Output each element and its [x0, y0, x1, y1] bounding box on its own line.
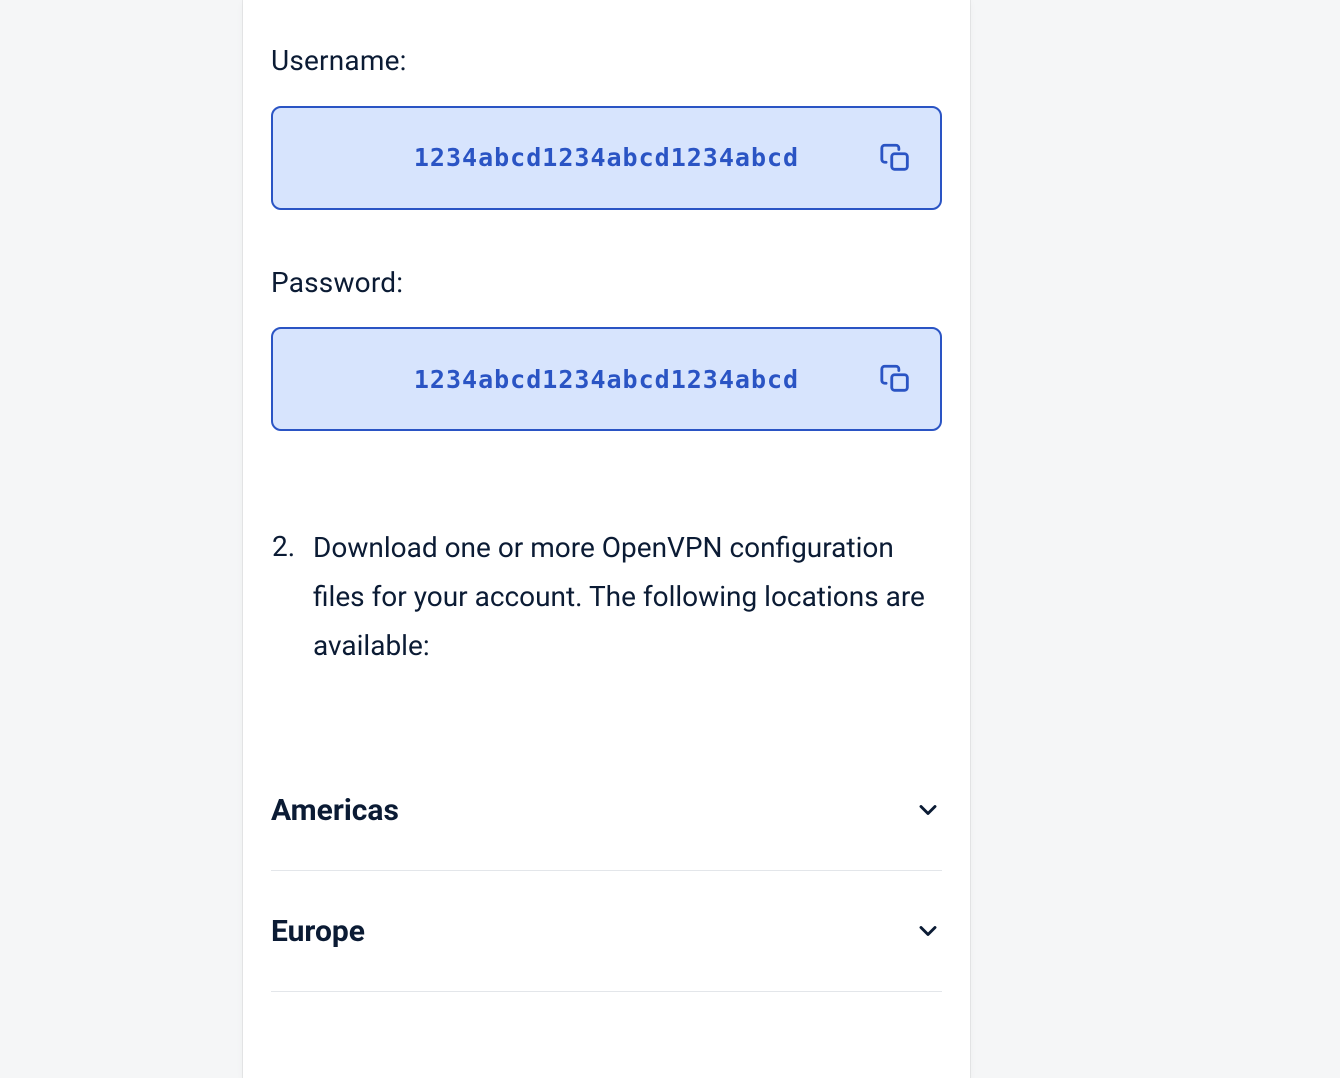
username-label: Username:: [271, 44, 942, 78]
chevron-down-icon: [914, 796, 942, 824]
copy-username-button[interactable]: [876, 138, 916, 178]
accordion-item-europe: Europe: [271, 871, 942, 992]
password-field: Password: 1234abcd1234abcd1234abcd: [271, 210, 942, 432]
accordion-header-americas[interactable]: Americas: [271, 750, 942, 870]
step-index: 2.: [271, 523, 295, 670]
accordion-item-americas: Americas: [271, 750, 942, 871]
accordion-header-europe[interactable]: Europe: [271, 871, 942, 991]
accordion-title: Americas: [271, 793, 399, 828]
copy-password-button[interactable]: [876, 359, 916, 399]
username-value: 1234abcd1234abcd1234abcd: [414, 143, 799, 172]
regions-accordion: Americas Europe: [271, 750, 942, 992]
password-credential-box: 1234abcd1234abcd1234abcd: [271, 327, 942, 431]
step-2: 2. Download one or more OpenVPN configur…: [271, 431, 942, 670]
username-field: Username: 1234abcd1234abcd1234abcd: [271, 0, 942, 210]
content-card: Username: 1234abcd1234abcd1234abcd Passw…: [243, 0, 970, 1078]
copy-icon: [879, 141, 913, 175]
copy-icon: [879, 362, 913, 396]
password-label: Password:: [271, 266, 942, 300]
accordion-title: Europe: [271, 914, 365, 949]
chevron-down-icon: [914, 917, 942, 945]
username-credential-box: 1234abcd1234abcd1234abcd: [271, 106, 942, 210]
password-value: 1234abcd1234abcd1234abcd: [414, 365, 799, 394]
step-text: Download one or more OpenVPN configurati…: [313, 523, 942, 670]
